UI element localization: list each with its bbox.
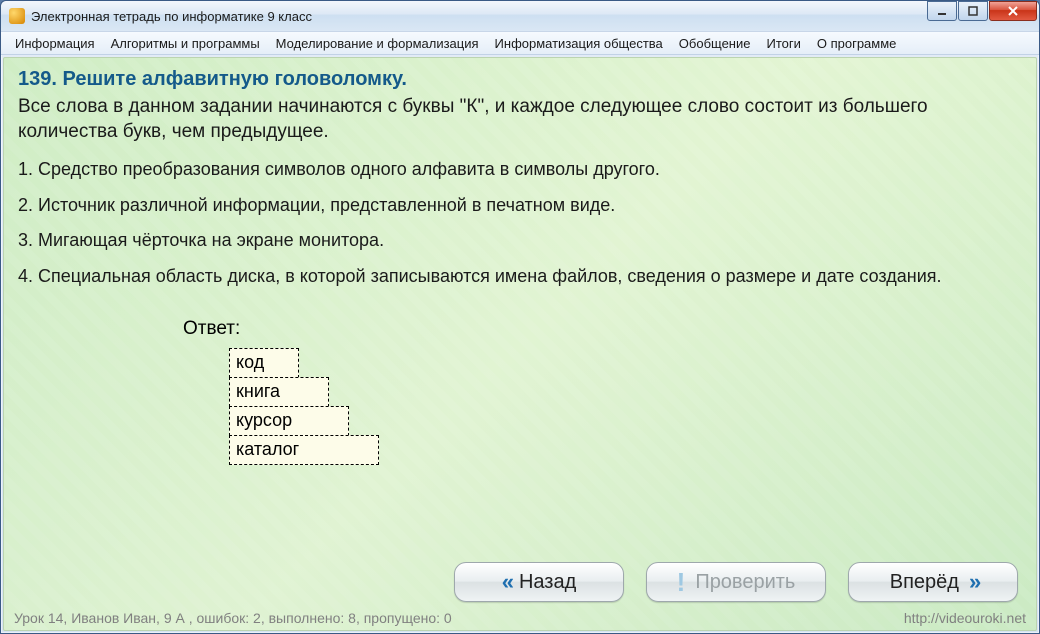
menu-bar: Информация Алгоритмы и программы Моделир…	[1, 31, 1039, 55]
chevron-right-icon: »	[969, 571, 976, 593]
check-label: Проверить	[695, 571, 795, 594]
answer-inputs	[183, 348, 1022, 465]
answer-section: Ответ:	[18, 318, 1022, 464]
clue-1: 1. Средство преобразования символов одно…	[18, 158, 1022, 181]
menu-item-modeling[interactable]: Моделирование и формализация	[268, 34, 487, 53]
back-button[interactable]: « Назад	[454, 562, 624, 602]
maximize-icon	[968, 6, 978, 16]
menu-item-summary[interactable]: Обобщение	[671, 34, 759, 53]
menu-item-results[interactable]: Итоги	[758, 34, 808, 53]
menu-item-about[interactable]: О программе	[809, 34, 905, 53]
minimize-icon	[937, 6, 947, 16]
clue-4: 4. Специальная область диска, в которой …	[18, 265, 1022, 288]
status-right: http://videouroki.net	[904, 610, 1026, 626]
app-icon	[9, 8, 25, 24]
back-label: Назад	[519, 571, 576, 594]
forward-button[interactable]: Вперёд »	[848, 562, 1018, 602]
status-left: Урок 14, Иванов Иван, 9 А , ошибок: 2, в…	[14, 610, 452, 626]
task-heading: 139. Решите алфавитную головоломку.	[18, 68, 1022, 91]
minimize-button[interactable]	[927, 1, 957, 21]
maximize-button[interactable]	[958, 1, 988, 21]
forward-label: Вперёд	[890, 571, 959, 594]
menu-item-algorithms[interactable]: Алгоритмы и программы	[103, 34, 268, 53]
answer-input-4[interactable]	[229, 435, 379, 465]
exclamation-icon: !	[677, 567, 686, 598]
title-bar[interactable]: Электронная тетрадь по информатике 9 кла…	[1, 1, 1039, 31]
nav-bar: « Назад ! Проверить Вперёд »	[454, 562, 1018, 602]
task-intro: Все слова в данном задании начинаются с …	[18, 95, 1022, 144]
app-window: Электронная тетрадь по информатике 9 кла…	[0, 0, 1040, 634]
close-button[interactable]	[989, 1, 1037, 21]
menu-item-informatization[interactable]: Информатизация общества	[487, 34, 671, 53]
content-area: 139. Решите алфавитную головоломку. Все …	[3, 57, 1037, 631]
check-button[interactable]: ! Проверить	[646, 562, 826, 602]
status-bar: Урок 14, Иванов Иван, 9 А , ошибок: 2, в…	[14, 610, 1026, 626]
answer-input-3[interactable]	[229, 406, 349, 436]
chevron-left-icon: «	[502, 571, 509, 593]
answer-label: Ответ:	[183, 318, 1022, 340]
close-icon	[1007, 6, 1019, 16]
clue-3: 3. Мигающая чёрточка на экране монитора.	[18, 229, 1022, 252]
answer-input-1[interactable]	[229, 348, 299, 378]
window-title: Электронная тетрадь по информатике 9 кла…	[31, 9, 312, 24]
window-controls	[927, 1, 1037, 21]
clue-2: 2. Источник различной информации, предст…	[18, 194, 1022, 217]
answer-input-2[interactable]	[229, 377, 329, 407]
menu-item-information[interactable]: Информация	[7, 34, 103, 53]
